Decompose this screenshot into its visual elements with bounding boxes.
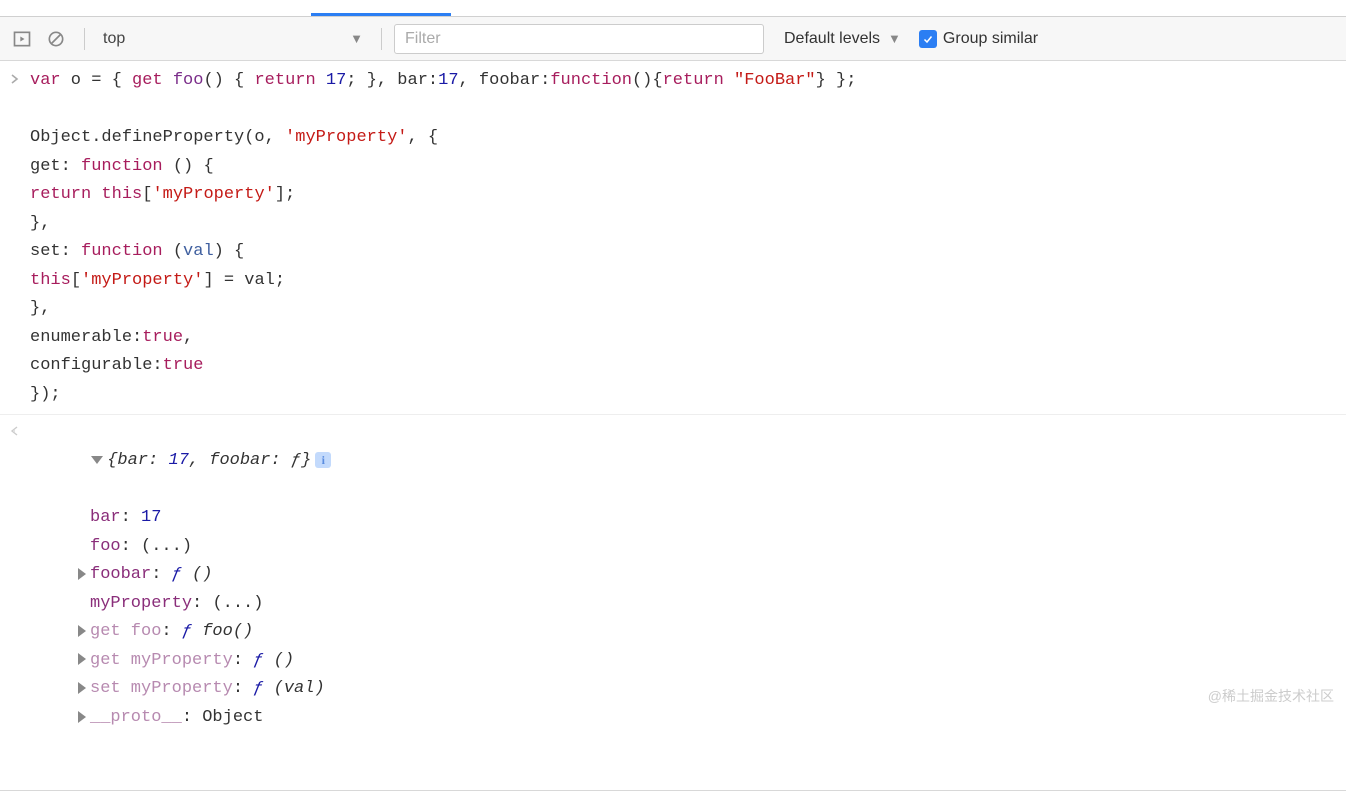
property-key: __proto__ <box>90 708 182 727</box>
object-property-row[interactable]: myProperty: (...) <box>78 590 331 619</box>
object-property-row[interactable]: set myProperty: ƒ (val) <box>78 675 331 704</box>
object-property-row[interactable]: bar: 17 <box>78 504 331 533</box>
chevron-down-icon: ▼ <box>888 31 901 46</box>
property-value: (...) <box>141 537 192 556</box>
clear-console-button[interactable] <box>42 25 70 53</box>
property-key: foobar <box>90 565 151 584</box>
console-body: var o = { get foo() { return 17; }, bar:… <box>0 61 1346 790</box>
disclosure-triangle-icon[interactable] <box>78 568 86 580</box>
object-property-row[interactable]: get myProperty: ƒ () <box>78 647 331 676</box>
execute-button[interactable] <box>8 25 36 53</box>
property-value: ƒ (val) <box>253 679 324 698</box>
property-key: get myProperty <box>90 651 233 670</box>
object-property-row[interactable]: get foo: ƒ foo() <box>78 618 331 647</box>
console-bottom-border <box>0 790 1346 808</box>
filter-input[interactable] <box>394 24 764 54</box>
tab-strip-icon-b <box>53 2 81 16</box>
disclosure-triangle-open-icon[interactable] <box>91 456 103 464</box>
info-badge-icon[interactable]: i <box>315 452 331 468</box>
result-object[interactable]: {bar: 17, foobar: ƒ}i bar: 17foo: (...)f… <box>30 419 341 790</box>
levels-label: Default levels <box>784 30 880 48</box>
code-input[interactable]: var o = { get foo() { return 17; }, bar:… <box>30 67 866 410</box>
input-chevron-icon <box>0 67 30 94</box>
watermark-text: @稀土掘金技术社区 <box>1208 686 1334 706</box>
toolbar-separator <box>381 28 382 50</box>
disclosure-triangle-icon[interactable] <box>78 653 86 665</box>
disclosure-triangle-icon[interactable] <box>78 625 86 637</box>
toolbar-separator <box>84 28 85 50</box>
property-value: ƒ foo() <box>182 622 253 641</box>
property-value: ƒ () <box>253 651 294 670</box>
property-key: myProperty <box>90 594 192 613</box>
context-selector[interactable]: top ▼ <box>93 30 373 48</box>
console-toolbar: top ▼ Default levels ▼ Group similar <box>0 17 1346 61</box>
object-property-row[interactable]: foo: (...) <box>78 533 331 562</box>
console-output-row: {bar: 17, foobar: ƒ}i bar: 17foo: (...)f… <box>0 414 1346 790</box>
property-value: (...) <box>212 594 263 613</box>
log-levels-selector[interactable]: Default levels ▼ <box>784 30 901 48</box>
disclosure-triangle-icon[interactable] <box>78 682 86 694</box>
output-chevron-icon <box>0 419 30 446</box>
property-key: get foo <box>90 622 161 641</box>
disclosure-triangle-icon[interactable] <box>78 711 86 723</box>
property-key: foo <box>90 537 121 556</box>
object-properties: bar: 17foo: (...)foobar: ƒ ()myProperty:… <box>30 504 331 732</box>
property-value: 17 <box>141 508 161 527</box>
property-value: ƒ () <box>172 565 213 584</box>
tab-strip-fragment <box>0 0 1346 17</box>
object-property-row[interactable]: foobar: ƒ () <box>78 561 331 590</box>
chevron-down-icon: ▼ <box>350 31 363 46</box>
group-similar-checkbox[interactable] <box>919 30 937 48</box>
tab-strip-icon-a <box>5 2 33 16</box>
property-key: set myProperty <box>90 679 233 698</box>
console-input-row: var o = { get foo() { return 17; }, bar:… <box>0 67 1346 410</box>
active-tab-underline <box>311 13 451 16</box>
group-similar-label: Group similar <box>943 30 1038 48</box>
property-value: Object <box>202 708 263 727</box>
context-label: top <box>103 30 125 48</box>
property-key: bar <box>90 508 121 527</box>
object-property-row[interactable]: __proto__: Object <box>78 704 331 733</box>
